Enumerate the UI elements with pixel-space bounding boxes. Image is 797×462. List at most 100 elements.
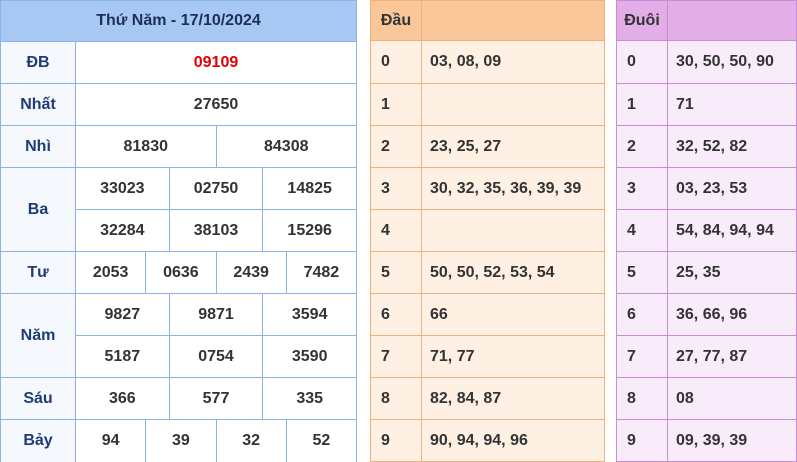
prize-number: 9871 — [168, 294, 263, 335]
prize-number: 02750 — [168, 168, 263, 209]
tail-values: 54, 84, 94, 94 — [676, 221, 774, 239]
prize-label: Tư — [1, 252, 76, 293]
head-digit: 7 — [371, 336, 422, 377]
prize-number: 32 — [215, 420, 286, 462]
tail-digit-table: Đuôi 0 30, 50, 50, 90 1 71 2 32, 52, 82 3 03… — [616, 0, 797, 462]
head-digit: 8 — [371, 378, 422, 419]
prize-number: 32284 — [76, 210, 169, 251]
head-digit: 1 — [371, 84, 422, 125]
prize-number: 38103 — [168, 210, 263, 251]
head-digit: 6 — [371, 294, 422, 335]
prize-number: 2053 — [76, 252, 146, 293]
prize-number: 335 — [262, 378, 357, 419]
prize-label: Ba — [1, 168, 76, 251]
head-row: 3 30, 32, 35, 36, 39, 39 — [371, 167, 604, 209]
head-values: 90, 94, 94, 96 — [430, 431, 528, 449]
head-column-header: Đầu — [371, 1, 422, 40]
head-row: 6 66 — [371, 293, 604, 335]
tail-row: 0 30, 50, 50, 90 — [617, 41, 796, 83]
tail-values: 25, 35 — [676, 263, 721, 281]
tail-values: 08 — [676, 389, 694, 407]
tail-row: 4 54, 84, 94, 94 — [617, 209, 796, 251]
prize-number: 9827 — [76, 294, 169, 335]
head-row: 7 71, 77 — [371, 335, 604, 377]
tail-row: 7 27, 77, 87 — [617, 335, 796, 377]
tail-values: 32, 52, 82 — [676, 137, 748, 155]
prize-row-fourth: Tư 2053 0636 2439 7482 — [1, 252, 356, 294]
prize-number: 15296 — [262, 210, 357, 251]
tail-digit: 7 — [617, 336, 668, 377]
head-digit-table: Đầu 0 03, 08, 09 1 2 23, 25, 27 3 30, 32, 3… — [370, 0, 605, 462]
prize-number: 577 — [168, 378, 263, 419]
prize-number: 33023 — [76, 168, 169, 209]
prize-number: 0754 — [168, 336, 263, 377]
prize-label: Sáu — [1, 378, 76, 419]
tail-values: 03, 23, 53 — [676, 179, 748, 197]
prize-number: 94 — [76, 420, 146, 462]
prize-number: 39 — [145, 420, 216, 462]
prize-number: 7482 — [285, 252, 356, 293]
head-digit: 3 — [371, 168, 422, 209]
tail-row: 2 32, 52, 82 — [617, 125, 796, 167]
head-values: 71, 77 — [430, 347, 475, 365]
tail-digit: 5 — [617, 252, 668, 293]
prize-number: 52 — [285, 420, 356, 462]
head-values — [422, 84, 604, 125]
head-values: 03, 08, 09 — [430, 53, 502, 70]
tail-digit: 8 — [617, 378, 668, 419]
head-row: 0 03, 08, 09 — [371, 41, 604, 83]
tail-digit: 3 — [617, 168, 668, 209]
head-values — [422, 210, 604, 251]
tail-digit: 4 — [617, 210, 668, 251]
results-table: Thứ Năm - 17/10/2024 ĐB 09109 Nhất 27650… — [0, 0, 357, 462]
prize-row-second: Nhì 81830 84308 — [1, 126, 356, 168]
tail-row: 1 71 — [617, 83, 796, 125]
head-digit: 0 — [371, 41, 422, 83]
head-digit: 9 — [371, 420, 422, 461]
draw-date-title: Thứ Năm - 17/10/2024 — [1, 1, 356, 42]
head-values: 23, 25, 27 — [430, 137, 502, 155]
tail-values: 09, 39, 39 — [676, 431, 748, 449]
tail-digit: 6 — [617, 294, 668, 335]
prize-number: 2439 — [215, 252, 286, 293]
tail-row: 3 03, 23, 53 — [617, 167, 796, 209]
head-values: 82, 84, 87 — [430, 389, 502, 407]
prize-row-first: Nhất 27650 — [1, 84, 356, 126]
prize-number: 09109 — [76, 42, 356, 83]
head-digit: 5 — [371, 252, 422, 293]
prize-label: Nhì — [1, 126, 76, 167]
tail-row: 9 09, 39, 39 — [617, 419, 796, 461]
tail-column-header: Đuôi — [617, 1, 668, 40]
prize-row-fifth: Năm 9827 9871 3594 5187 0754 3590 — [1, 294, 357, 378]
prize-label: Bảy — [1, 420, 76, 462]
head-values: 50, 50, 52, 53, 54 — [430, 263, 555, 281]
tail-row: 6 36, 66, 96 — [617, 293, 796, 335]
prize-row-third: Ba 33023 02750 14825 32284 38103 15296 — [1, 168, 357, 252]
prize-row-seventh: Bảy 94 39 32 52 — [1, 420, 356, 462]
head-row: 8 82, 84, 87 — [371, 377, 604, 419]
tail-row: 5 25, 35 — [617, 251, 796, 293]
prize-row-special: ĐB 09109 — [1, 42, 356, 84]
tail-values: 27, 77, 87 — [676, 347, 748, 365]
prize-label: Nhất — [1, 84, 76, 125]
head-row: 1 — [371, 83, 604, 125]
prize-number: 14825 — [262, 168, 357, 209]
prize-label: ĐB — [1, 42, 76, 83]
head-values: 30, 32, 35, 36, 39, 39 — [430, 179, 582, 197]
tail-digit: 0 — [617, 41, 668, 83]
tail-row: 8 08 — [617, 377, 796, 419]
head-values: 66 — [430, 305, 448, 323]
tail-digit: 1 — [617, 84, 668, 125]
prize-number: 3594 — [262, 294, 357, 335]
prize-number: 3590 — [262, 336, 357, 377]
head-digit: 2 — [371, 126, 422, 167]
head-digit: 4 — [371, 210, 422, 251]
prize-number: 0636 — [145, 252, 216, 293]
prize-number: 81830 — [76, 126, 216, 167]
prize-row-sixth: Sáu 366 577 335 — [1, 378, 357, 420]
head-row: 4 — [371, 209, 604, 251]
prize-number: 84308 — [215, 126, 356, 167]
prize-number: 27650 — [76, 84, 356, 125]
prize-label: Năm — [1, 294, 76, 377]
head-row: 2 23, 25, 27 — [371, 125, 604, 167]
